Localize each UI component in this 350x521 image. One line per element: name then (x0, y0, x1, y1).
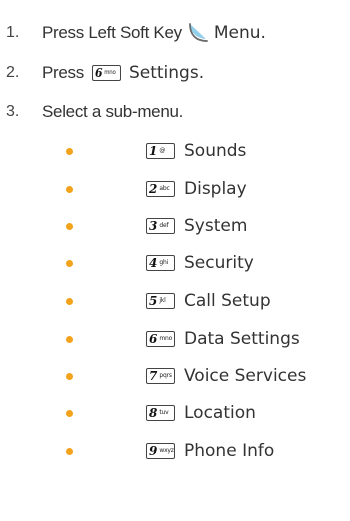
key-6-icon: 6 mno (146, 331, 175, 347)
step-text: Press Left Soft Key Menu. (42, 21, 266, 45)
step-2-before: Press (42, 63, 84, 82)
step-text: Press 6 mno Settings. (42, 63, 204, 83)
key-7-icon: 7 pqrs (146, 368, 175, 384)
step-2-after: Settings. (128, 63, 205, 83)
submenu-label: Display (184, 179, 247, 199)
submenu-label: Security (184, 253, 254, 273)
submenu-label: Sounds (184, 141, 247, 161)
submenu-label: Voice Services (184, 366, 307, 386)
bullet-icon (66, 297, 73, 305)
bullet-icon (66, 409, 73, 417)
step-1-before: Press Left Soft Key (42, 23, 182, 42)
bullet-icon (66, 222, 73, 230)
step-number: 2. (6, 64, 20, 81)
key-4-icon: 4 ghi (146, 255, 175, 271)
key-9-icon: 9 wxyz (146, 443, 175, 459)
step-text: Select a sub-menu. (42, 102, 183, 122)
submenu-label: Call Setup (184, 291, 271, 311)
bullet-icon (66, 147, 73, 155)
submenu-label: Location (184, 403, 256, 423)
step-number: 1. (6, 24, 20, 41)
submenu-label: Data Settings (184, 329, 300, 349)
submenu-label: Phone Info (184, 441, 275, 461)
key-1-icon: 1 @ (146, 143, 175, 159)
bullet-icon (66, 447, 73, 455)
step-1-after: Menu. (213, 23, 266, 43)
step-number: 3. (6, 103, 20, 120)
key-3-icon: 3 def (146, 218, 175, 234)
submenu-label: System (184, 216, 248, 236)
left-soft-key-icon (188, 23, 208, 42)
key-5-icon: 5 jkl (146, 293, 175, 309)
bullet-icon (66, 335, 73, 343)
bullet-icon (66, 372, 73, 380)
key-2-icon: 2 abc (146, 181, 175, 197)
bullet-icon (66, 259, 73, 267)
step-3-before: Select a sub-menu. (42, 102, 184, 121)
key-6-icon: 6 mno (91, 65, 121, 81)
bullet-icon (66, 185, 73, 193)
key-8-icon: 8 tuv (146, 405, 175, 421)
